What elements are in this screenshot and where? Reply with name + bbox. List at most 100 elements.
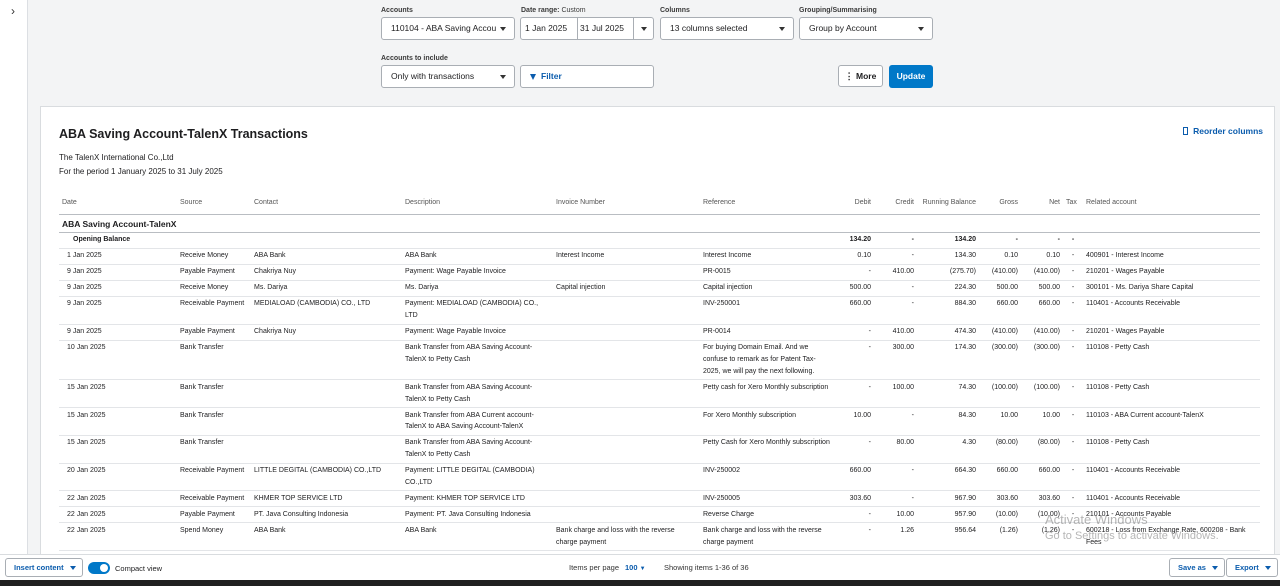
cell-date: 9 Jan 2025 [59, 280, 177, 297]
opening-debit: 134.20 [836, 232, 874, 249]
items-per-page-label: Items per page [569, 563, 620, 572]
table-row[interactable]: 9 Jan 2025 Receive Money Ms. Dariya Ms. Dar… [59, 280, 1260, 297]
column-header-credit[interactable]: Credit [874, 191, 917, 215]
accounts-select[interactable]: 110104 - ABA Saving Accou [381, 17, 515, 40]
cell-net: 303.60 [1021, 490, 1063, 508]
cell-reference: For Xero Monthly subscription [700, 407, 836, 436]
cell-contact [251, 379, 402, 408]
columns-label: Columns [660, 7, 690, 14]
cell-source: Payable Payment [177, 324, 251, 341]
cell-reference: INV-250002 [700, 463, 836, 492]
cell-related-account: 110103 - ABA Current account-TalenX [1083, 407, 1260, 436]
insert-content-button[interactable]: Insert content [5, 558, 83, 577]
cell-running-balance: 474.30 [917, 324, 979, 341]
table-row[interactable]: 22 Jan 2025 Spend Money ABA Bank ABA Bank Ba… [59, 522, 1260, 552]
table-row[interactable]: 15 Jan 2025 Bank Transfer Bank Transfer fr… [59, 435, 1260, 464]
opening-net: - [1021, 232, 1063, 249]
cell-reference: PR-0014 [700, 324, 836, 341]
cell-credit: 100.00 [874, 379, 917, 408]
column-header-description[interactable]: Description [402, 191, 553, 215]
column-header-date[interactable]: Date [59, 191, 177, 215]
cell-running-balance: (275.70) [917, 264, 979, 281]
compact-view-toggle[interactable] [88, 562, 110, 574]
more-vertical-icon: ⋮ [844, 71, 854, 81]
columns-icon [1183, 127, 1189, 135]
cell-gross: (410.00) [979, 264, 1021, 281]
items-per-page-select[interactable]: 100 ▼ [625, 563, 646, 572]
update-button[interactable]: Update [889, 65, 933, 88]
column-header-debit[interactable]: Debit [836, 191, 874, 215]
cell-credit: - [874, 490, 917, 508]
cell-related-account: 400901 - Interest Income [1083, 248, 1260, 265]
cell-net: 0.10 [1021, 248, 1063, 265]
cell-debit: - [836, 506, 874, 524]
table-row[interactable]: 22 Jan 2025 Receivable Payment KHMER TOP S… [59, 490, 1260, 508]
column-header-tax[interactable]: Tax [1063, 191, 1083, 215]
table-row[interactable]: 15 Jan 2025 Bank Transfer Bank Transfer fr… [59, 407, 1260, 436]
cell-gross: 660.00 [979, 296, 1021, 325]
showing-items-text: Showing items 1-36 of 36 [664, 563, 749, 572]
cell-related-account: 300101 - Ms. Dariya Share Capital [1083, 280, 1260, 297]
cell-reference: Reverse Charge [700, 506, 836, 524]
cell-tax: - [1063, 407, 1083, 436]
column-header-gross[interactable]: Gross [979, 191, 1021, 215]
columns-select[interactable]: 13 columns selected [660, 17, 794, 40]
more-button[interactable]: ⋮ More [838, 65, 883, 87]
cell-running-balance: 134.30 [917, 248, 979, 265]
cell-gross: 660.00 [979, 463, 1021, 492]
column-header-invoice-number[interactable]: Invoice Number [553, 191, 700, 215]
chevron-right-icon[interactable]: › [6, 4, 20, 18]
opening-gross: - [979, 232, 1021, 249]
cell-tax: - [1063, 340, 1083, 381]
table-row[interactable]: 1 Jan 2025 Receive Money ABA Bank ABA Bank I… [59, 248, 1260, 265]
cell-reference: Capital injection [700, 280, 836, 297]
accounts-include-select[interactable]: Only with transactions [381, 65, 515, 88]
opening-label: Opening Balance [59, 232, 836, 249]
table-row[interactable]: 15 Jan 2025 Bank Transfer Bank Transfer fr… [59, 379, 1260, 408]
cell-reference: INV-250005 [700, 490, 836, 508]
column-header-running-balance[interactable]: Running Balance [917, 191, 979, 215]
cell-date: 15 Jan 2025 [59, 407, 177, 436]
table-row[interactable]: 9 Jan 2025 Payable Payment Chakriya Nuy Pay… [59, 264, 1260, 281]
table-row[interactable]: 20 Jan 2025 Receivable Payment LITTLE DEGI… [59, 463, 1260, 492]
date-from-field[interactable]: 1 Jan 2025 [525, 18, 567, 39]
cell-source: Payable Payment [177, 506, 251, 524]
cell-running-balance: 956.64 [917, 522, 979, 552]
column-header-source[interactable]: Source [177, 191, 251, 215]
column-header-reference[interactable]: Reference [700, 191, 836, 215]
filter-button[interactable]: Filter [520, 65, 654, 88]
date-to-field[interactable]: 31 Jul 2025 [577, 18, 624, 39]
cell-net: 660.00 [1021, 463, 1063, 492]
table-row[interactable]: 22 Jan 2025 Payable Payment PT. Java Consu… [59, 506, 1260, 524]
save-as-button[interactable]: Save as [1169, 558, 1225, 577]
cell-invoice-number [553, 407, 700, 436]
column-header-related-account[interactable]: Related account [1083, 191, 1260, 215]
cell-source: Bank Transfer [177, 379, 251, 408]
group-name: ABA Saving Account-TalenX [59, 214, 1260, 233]
cell-date: 15 Jan 2025 [59, 379, 177, 408]
cell-debit: 0.10 [836, 248, 874, 265]
date-range-dropdown[interactable] [633, 18, 653, 39]
report-panel: ABA Saving Account-TalenX Transactions R… [40, 106, 1275, 556]
table-row[interactable]: 9 Jan 2025 Receivable Payment MEDIALOAD (C… [59, 296, 1260, 325]
cell-credit: 10.00 [874, 506, 917, 524]
export-button[interactable]: Export [1226, 558, 1278, 577]
grouping-select[interactable]: Group by Account [799, 17, 933, 40]
column-header-net[interactable]: Net [1021, 191, 1063, 215]
cell-tax: - [1063, 324, 1083, 341]
chevron-down-icon [500, 75, 506, 79]
cell-contact [251, 407, 402, 436]
cell-invoice-number: Interest Income [553, 248, 700, 265]
cell-contact [251, 340, 402, 381]
cell-date: 1 Jan 2025 [59, 248, 177, 265]
cell-reference: Bank charge and loss with the reverse ch… [700, 522, 836, 552]
reorder-columns-button[interactable]: Reorder columns [1183, 126, 1263, 136]
table-row[interactable]: 10 Jan 2025 Bank Transfer Bank Transfer fr… [59, 340, 1260, 381]
cell-related-account: 210101 - Accounts Payable [1083, 506, 1260, 524]
table-row[interactable]: 9 Jan 2025 Payable Payment Chakriya Nuy Pay… [59, 324, 1260, 341]
cell-related-account: 110108 - Petty Cash [1083, 340, 1260, 381]
cell-tax: - [1063, 379, 1083, 408]
date-range-picker[interactable]: 1 Jan 2025 31 Jul 2025 [520, 17, 654, 40]
cell-credit: 300.00 [874, 340, 917, 381]
column-header-contact[interactable]: Contact [251, 191, 402, 215]
